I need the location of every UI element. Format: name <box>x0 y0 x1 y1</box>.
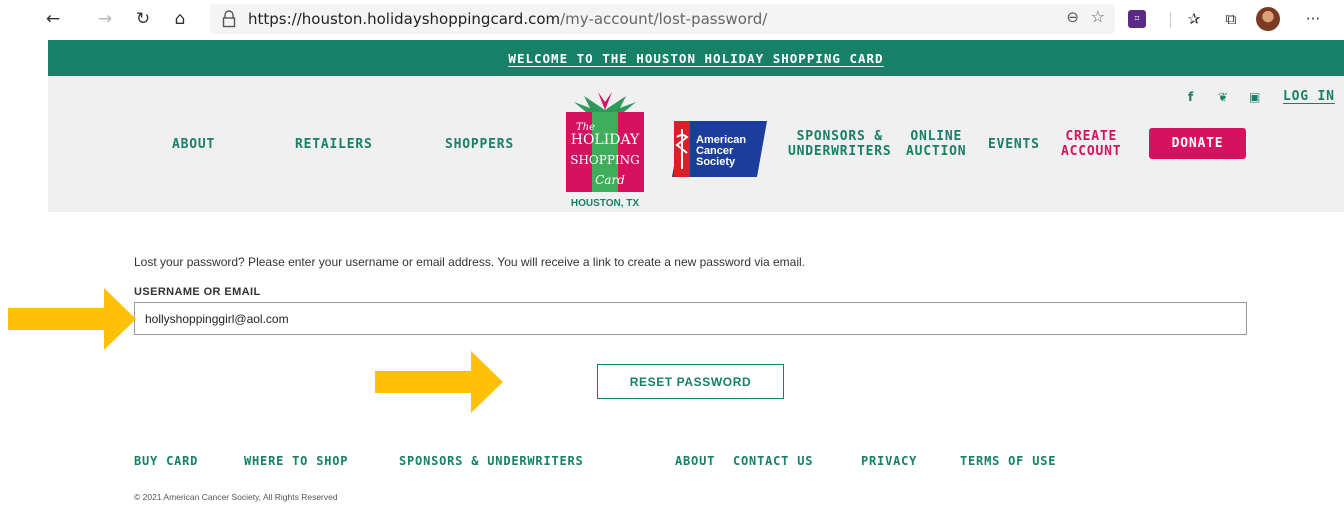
footer-privacy[interactable]: PRIVACY <box>861 454 917 468</box>
nav-create-line1: CREATE <box>1065 129 1118 144</box>
back-icon[interactable]: ← <box>40 6 66 32</box>
footer-where-to-shop[interactable]: WHERE TO SHOP <box>244 454 348 468</box>
nav-sponsors-underwriters[interactable]: SPONSORS & UNDERWRITERS <box>788 129 892 159</box>
extension-icon[interactable]: ⌗ <box>1128 10 1146 28</box>
toolbar-divider <box>1170 12 1171 28</box>
footer-sponsors-underwriters[interactable]: SPONSORS & UNDERWRITERS <box>399 454 584 468</box>
reset-password-button[interactable]: RESET PASSWORD <box>597 364 784 399</box>
instagram-icon[interactable]: ▣ <box>1249 90 1260 104</box>
logo-shopping: SHOPPING <box>570 153 640 167</box>
footer-contact-us[interactable]: CONTACT US <box>733 454 813 468</box>
footer-terms-of-use[interactable]: TERMS OF USE <box>960 454 1056 468</box>
site-header: ABOUT RETAILERS SHOPPERS The HOLIDAY SHO… <box>48 76 1344 212</box>
refresh-icon[interactable]: ↻ <box>130 6 156 32</box>
profile-avatar[interactable] <box>1256 7 1280 31</box>
username-email-label: USERNAME OR EMAIL <box>134 286 261 298</box>
nav-sponsors-line1: SPONSORS & <box>796 129 883 144</box>
nav-auction-line1: ONLINE <box>910 129 963 144</box>
copyright-text: © 2021 American Cancer Society, All Righ… <box>134 492 338 502</box>
nav-create-line2: ACCOUNT <box>1061 144 1122 159</box>
lock-icon <box>222 10 236 28</box>
facebook-icon[interactable]: f <box>1188 90 1193 104</box>
address-bar[interactable]: https://houston.holidayshoppingcard.com/… <box>210 4 1115 34</box>
nav-shoppers[interactable]: SHOPPERS <box>445 137 514 152</box>
favorites-icon[interactable]: ✰ <box>1181 6 1207 32</box>
acs-word-3: Society <box>696 156 736 168</box>
url-host: https://houston.holidayshoppingcard.com <box>248 10 561 28</box>
logo-location: HOUSTON, TX <box>571 198 639 209</box>
home-icon[interactable]: ⌂ <box>167 6 193 32</box>
welcome-link[interactable]: WELCOME TO THE HOUSTON HOLIDAY SHOPPING … <box>508 51 883 66</box>
logo-holiday: HOLIDAY <box>571 132 640 148</box>
arrow-annotation-icon <box>375 351 503 413</box>
nav-online-auction[interactable]: ONLINE AUCTION <box>906 129 966 159</box>
page: ← → ↻ ⌂ https://houston.holidayshoppingc… <box>0 0 1344 508</box>
american-cancer-society-logo[interactable]: American Cancer Society <box>672 121 767 177</box>
more-menu-icon[interactable]: ··· <box>1300 6 1326 32</box>
collections-icon[interactable]: ⧉ <box>1218 6 1244 32</box>
footer-buy-card[interactable]: BUY CARD <box>134 454 198 468</box>
welcome-banner: WELCOME TO THE HOUSTON HOLIDAY SHOPPING … <box>48 40 1344 76</box>
username-email-input[interactable] <box>134 302 1247 335</box>
nav-about[interactable]: ABOUT <box>172 137 215 152</box>
footer-about[interactable]: ABOUT <box>675 454 715 468</box>
nav-auction-line2: AUCTION <box>906 144 967 159</box>
forward-icon[interactable]: → <box>92 6 118 32</box>
favorite-star-icon[interactable]: ☆ <box>1091 7 1105 26</box>
url-path: /my-account/lost-password/ <box>560 10 768 28</box>
nav-sponsors-line2: UNDERWRITERS <box>788 144 892 159</box>
twitter-icon[interactable]: ❦ <box>1218 90 1228 104</box>
url-text: https://houston.holidayshoppingcard.com/… <box>248 10 767 28</box>
zoom-icon[interactable]: ⊖ <box>1066 8 1079 26</box>
nav-events[interactable]: EVENTS <box>988 137 1040 152</box>
login-link[interactable]: LOG IN <box>1283 89 1335 104</box>
nav-retailers[interactable]: RETAILERS <box>295 137 373 152</box>
lost-password-instructions: Lost your password? Please enter your us… <box>134 255 806 269</box>
logo-card: Card <box>595 173 625 187</box>
nav-create-account[interactable]: CREATE ACCOUNT <box>1061 129 1121 159</box>
browser-toolbar: ← → ↻ ⌂ https://houston.holidayshoppingc… <box>0 0 1344 38</box>
donate-button[interactable]: DONATE <box>1149 128 1246 159</box>
arrow-annotation-icon <box>8 288 136 350</box>
holiday-shopping-card-logo[interactable]: The HOLIDAY SHOPPING Card HOUSTON, TX <box>564 92 646 210</box>
